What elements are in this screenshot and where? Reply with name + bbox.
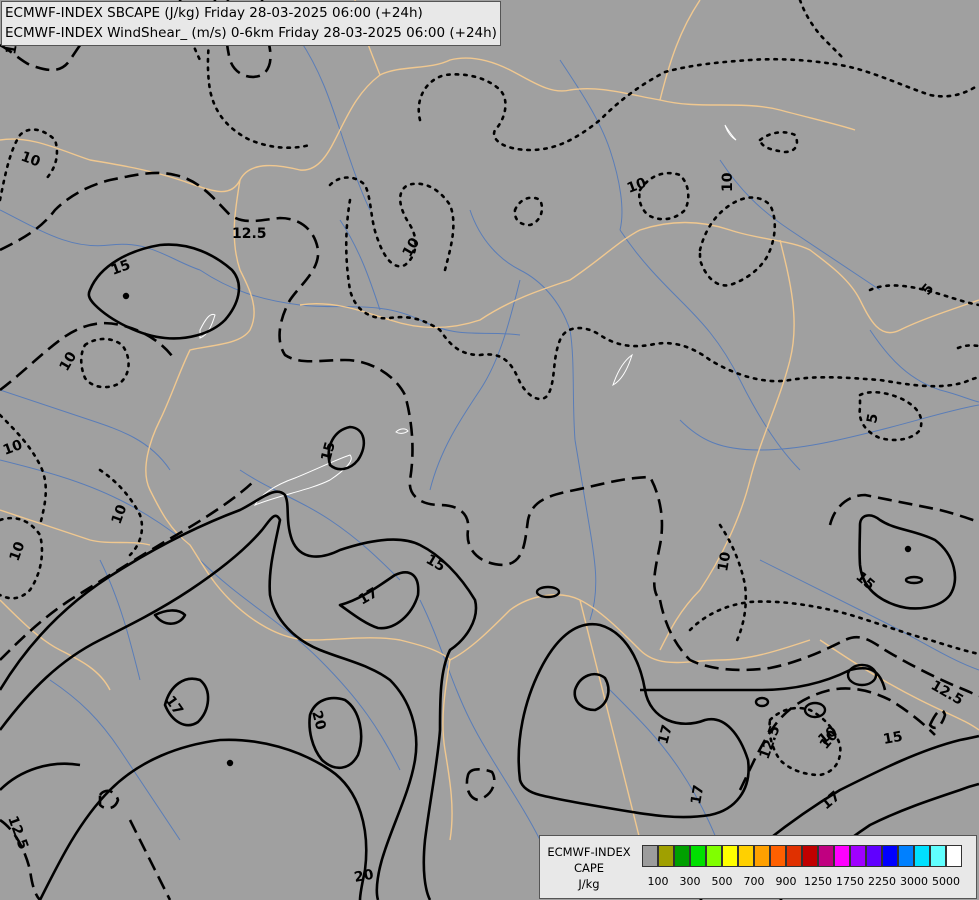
- label-12-5-a: 12.5: [232, 226, 267, 242]
- legend-swatch-18: [930, 845, 946, 867]
- legend-title-variable: CAPE: [573, 861, 605, 875]
- legend-swatch-12: [834, 845, 850, 867]
- legend-tick-5000: 5000: [932, 875, 960, 888]
- label-17-d: 17: [688, 784, 707, 806]
- legend-tick-2250: 2250: [868, 875, 896, 888]
- legend-swatch-17: [914, 845, 930, 867]
- legend-swatch-16: [898, 845, 914, 867]
- label-10-h: 10: [720, 172, 736, 192]
- legend-swatch-3: [690, 845, 706, 867]
- legend-swatch-0: [642, 845, 658, 867]
- legend-tick-900: 900: [775, 875, 797, 888]
- legend-swatch-15: [882, 845, 898, 867]
- legend-swatch-10: [802, 845, 818, 867]
- legend-tick-3000: 3000: [900, 875, 928, 888]
- title-line-windshear: ECMWF-INDEX WindShear_ (m/s) 0-6km Frida…: [5, 25, 497, 41]
- legend-tick-1750: 1750: [836, 875, 864, 888]
- wind-shear-map: 12.5 10 10 10 10 12.5 15 10 10 10 10 10 …: [0, 0, 979, 900]
- map-title-box: ECMWF-INDEX SBCAPE (J/kg) Friday 28-03-2…: [1, 1, 501, 46]
- legend-tick-1250: 1250: [804, 875, 832, 888]
- legend-swatch-9: [786, 845, 802, 867]
- legend-swatch-14: [866, 845, 882, 867]
- legend-swatch-13: [850, 845, 866, 867]
- legend-swatch-5: [722, 845, 738, 867]
- title-line-cape: ECMWF-INDEX SBCAPE (J/kg) Friday 28-03-2…: [5, 5, 423, 21]
- map-background: [0, 0, 979, 900]
- legend-tick-300: 300: [679, 875, 701, 888]
- legend-swatch-1: [658, 845, 674, 867]
- label-15-e: 15: [882, 729, 904, 748]
- label-20-b: 20: [353, 867, 375, 886]
- cape-legend: ECMWF-INDEX CAPE J/kg 100 300 500 700 900 125…: [539, 835, 977, 899]
- legend-title-source: ECMWF-INDEX: [547, 845, 631, 859]
- mark-dot-a: [122, 292, 130, 300]
- legend-swatch-8: [770, 845, 786, 867]
- legend-tick-700: 700: [743, 875, 765, 888]
- legend-swatch-2: [674, 845, 690, 867]
- legend-tick-100: 100: [647, 875, 669, 888]
- legend-swatch-19: [946, 845, 962, 867]
- legend-unit: J/kg: [578, 877, 600, 891]
- legend-tick-500: 500: [711, 875, 733, 888]
- legend-swatch-4: [706, 845, 722, 867]
- mark-dot-c: [226, 759, 234, 767]
- legend-swatch-7: [754, 845, 770, 867]
- legend-swatch-11: [818, 845, 834, 867]
- mark-dot-b: [904, 545, 912, 553]
- legend-swatch-6: [738, 845, 754, 867]
- label-10-i: 10: [715, 550, 734, 572]
